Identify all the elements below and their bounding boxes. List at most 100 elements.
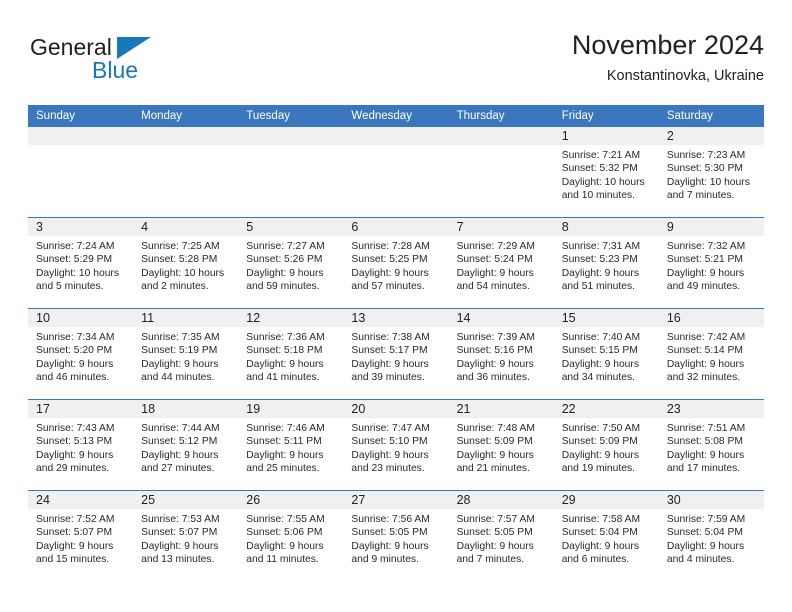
calendar-day-cell[interactable]: 21 Sunrise: 7:48 AM Sunset: 5:09 PM Dayligh…: [448, 399, 554, 491]
daylight-text: Daylight: 9 hours and 54 minutes.: [456, 267, 534, 293]
day-number: 1: [553, 127, 659, 145]
calendar-day-cell[interactable]: 3 Sunrise: 7:24 AM Sunset: 5:29 PM Daylight…: [28, 217, 134, 309]
calendar-day-cell[interactable]: 13 Sunrise: 7:38 AM Sunset: 5:17 PM Dayligh…: [343, 308, 449, 400]
day-details: Sunrise: 7:21 AM Sunset: 5:32 PM Daylight:…: [554, 145, 659, 203]
calendar-day-cell[interactable]: 12 Sunrise: 7:36 AM Sunset: 5:18 PM Dayligh…: [238, 308, 344, 400]
general-blue-logo[interactable]: General Blue: [28, 32, 228, 90]
calendar-day-cell[interactable]: 29 Sunrise: 7:58 AM Sunset: 5:04 PM Dayligh…: [553, 490, 659, 581]
calendar-day-cell[interactable]: 19 Sunrise: 7:46 AM Sunset: 5:11 PM Dayligh…: [238, 399, 344, 491]
calendar-day-cell[interactable]: 22 Sunrise: 7:50 AM Sunset: 5:09 PM Dayligh…: [553, 399, 659, 491]
calendar-day-cell[interactable]: 10 Sunrise: 7:34 AM Sunset: 5:20 PM Dayligh…: [28, 308, 134, 400]
calendar-day-cell[interactable]: [343, 127, 449, 218]
day-details: Sunrise: 7:38 AM Sunset: 5:17 PM Daylight:…: [343, 327, 448, 385]
day-details: Sunrise: 7:48 AM Sunset: 5:09 PM Daylight:…: [449, 418, 554, 476]
calendar-day-cell[interactable]: 6 Sunrise: 7:28 AM Sunset: 5:25 PM Daylight…: [343, 217, 449, 309]
daylight-text: Daylight: 9 hours and 41 minutes.: [246, 358, 324, 384]
day-number: 9: [658, 218, 764, 236]
day-details: Sunrise: 7:43 AM Sunset: 5:13 PM Daylight:…: [28, 418, 133, 476]
title-block: November 2024 Konstantinovka, Ukraine: [572, 28, 764, 87]
day-cell: 17 Sunrise: 7:43 AM Sunset: 5:13 PM Dayligh…: [28, 400, 134, 490]
day-details: Sunrise: 7:27 AM Sunset: 5:26 PM Daylight:…: [238, 236, 343, 294]
sunset-text: Sunset: 5:16 PM: [456, 345, 533, 357]
calendar-day-cell[interactable]: 28 Sunrise: 7:57 AM Sunset: 5:05 PM Dayligh…: [448, 490, 554, 581]
daylight-text: Daylight: 9 hours and 44 minutes.: [141, 358, 219, 384]
sunrise-text: Sunrise: 7:46 AM: [246, 423, 325, 434]
calendar-day-cell[interactable]: 2 Sunrise: 7:23 AM Sunset: 5:30 PM Daylight…: [658, 127, 764, 218]
day-number: [343, 127, 449, 145]
calendar-day-cell[interactable]: 18 Sunrise: 7:44 AM Sunset: 5:12 PM Dayligh…: [133, 399, 239, 491]
sunset-text: Sunset: 5:05 PM: [456, 527, 533, 539]
day-number: 13: [343, 309, 449, 327]
day-details: Sunrise: 7:40 AM Sunset: 5:15 PM Daylight:…: [554, 327, 659, 385]
calendar-day-cell[interactable]: 17 Sunrise: 7:43 AM Sunset: 5:13 PM Dayligh…: [28, 399, 134, 491]
logo-text-blue: Blue: [92, 57, 139, 83]
calendar-day-cell[interactable]: [133, 127, 239, 218]
day-number: 6: [343, 218, 449, 236]
weekday-header-tuesday: Tuesday: [238, 105, 344, 127]
sunrise-text: Sunrise: 7:34 AM: [36, 332, 115, 343]
daylight-text: Daylight: 9 hours and 7 minutes.: [456, 540, 534, 566]
calendar-body: 1 Sunrise: 7:21 AM Sunset: 5:32 PM Daylight…: [28, 127, 764, 581]
sunset-text: Sunset: 5:15 PM: [561, 345, 638, 357]
calendar-day-cell[interactable]: 4 Sunrise: 7:25 AM Sunset: 5:28 PM Daylight…: [133, 217, 239, 309]
sunset-text: Sunset: 5:12 PM: [141, 436, 218, 448]
day-number: 11: [133, 309, 239, 327]
day-details: Sunrise: 7:25 AM Sunset: 5:28 PM Daylight:…: [133, 236, 238, 294]
calendar-day-cell[interactable]: 11 Sunrise: 7:35 AM Sunset: 5:19 PM Dayligh…: [133, 308, 239, 400]
calendar-day-cell[interactable]: 16 Sunrise: 7:42 AM Sunset: 5:14 PM Dayligh…: [658, 308, 764, 400]
day-cell: 12 Sunrise: 7:36 AM Sunset: 5:18 PM Dayligh…: [238, 309, 344, 399]
day-cell-empty: [28, 127, 134, 217]
day-details: Sunrise: 7:55 AM Sunset: 5:06 PM Daylight:…: [238, 509, 343, 567]
day-cell: 24 Sunrise: 7:52 AM Sunset: 5:07 PM Dayligh…: [28, 491, 134, 581]
sunset-text: Sunset: 5:11 PM: [246, 436, 322, 448]
calendar-day-cell[interactable]: 25 Sunrise: 7:53 AM Sunset: 5:07 PM Dayligh…: [133, 490, 239, 581]
calendar-day-cell[interactable]: 24 Sunrise: 7:52 AM Sunset: 5:07 PM Dayligh…: [28, 490, 134, 581]
calendar-week-row: 3 Sunrise: 7:24 AM Sunset: 5:29 PM Daylight…: [28, 217, 764, 309]
calendar-day-cell[interactable]: [448, 127, 554, 218]
sunrise-text: Sunrise: 7:31 AM: [561, 241, 641, 252]
weekday-header-thursday: Thursday: [448, 105, 554, 127]
day-details: Sunrise: 7:39 AM Sunset: 5:16 PM Daylight:…: [449, 327, 554, 385]
calendar-day-cell[interactable]: [28, 127, 134, 218]
daylight-text: Daylight: 9 hours and 6 minutes.: [561, 540, 639, 566]
day-cell: 30 Sunrise: 7:59 AM Sunset: 5:04 PM Dayligh…: [658, 491, 764, 581]
daylight-text: Daylight: 9 hours and 51 minutes.: [561, 267, 639, 293]
calendar-day-cell[interactable]: 23 Sunrise: 7:51 AM Sunset: 5:08 PM Dayligh…: [658, 399, 764, 491]
day-details: Sunrise: 7:31 AM Sunset: 5:23 PM Daylight:…: [554, 236, 659, 294]
calendar-day-cell[interactable]: 8 Sunrise: 7:31 AM Sunset: 5:23 PM Daylight…: [553, 217, 659, 309]
daylight-text: Daylight: 9 hours and 46 minutes.: [36, 358, 114, 384]
daylight-text: Daylight: 9 hours and 57 minutes.: [351, 267, 429, 293]
sunrise-text: Sunrise: 7:56 AM: [351, 514, 430, 525]
day-cell: 13 Sunrise: 7:38 AM Sunset: 5:17 PM Dayligh…: [343, 309, 449, 399]
daylight-text: Daylight: 9 hours and 9 minutes.: [351, 540, 429, 566]
day-details: Sunrise: 7:36 AM Sunset: 5:18 PM Daylight:…: [238, 327, 343, 385]
calendar-day-cell[interactable]: [238, 127, 344, 218]
calendar-day-cell[interactable]: 15 Sunrise: 7:40 AM Sunset: 5:15 PM Dayligh…: [553, 308, 659, 400]
sunset-text: Sunset: 5:07 PM: [36, 527, 113, 539]
calendar-day-cell[interactable]: 5 Sunrise: 7:27 AM Sunset: 5:26 PM Daylight…: [238, 217, 344, 309]
sunrise-text: Sunrise: 7:47 AM: [351, 423, 430, 434]
calendar-day-cell[interactable]: 27 Sunrise: 7:56 AM Sunset: 5:05 PM Dayligh…: [343, 490, 449, 581]
sunset-text: Sunset: 5:04 PM: [561, 527, 638, 539]
day-number: 3: [28, 218, 134, 236]
sunrise-text: Sunrise: 7:23 AM: [666, 150, 746, 161]
sunset-text: Sunset: 5:06 PM: [246, 527, 323, 539]
calendar-day-cell[interactable]: 30 Sunrise: 7:59 AM Sunset: 5:04 PM Dayligh…: [658, 490, 764, 581]
day-details: Sunrise: 7:23 AM Sunset: 5:30 PM Daylight:…: [659, 145, 764, 203]
day-cell: 1 Sunrise: 7:21 AM Sunset: 5:32 PM Daylight…: [553, 127, 659, 217]
daylight-text: Daylight: 9 hours and 15 minutes.: [36, 540, 114, 566]
day-cell: 10 Sunrise: 7:34 AM Sunset: 5:20 PM Dayligh…: [28, 309, 134, 399]
calendar-day-cell[interactable]: 1 Sunrise: 7:21 AM Sunset: 5:32 PM Daylight…: [553, 127, 659, 218]
day-cell: 22 Sunrise: 7:50 AM Sunset: 5:09 PM Dayligh…: [553, 400, 659, 490]
day-cell: 28 Sunrise: 7:57 AM Sunset: 5:05 PM Dayligh…: [448, 491, 554, 581]
sunrise-text: Sunrise: 7:40 AM: [561, 332, 641, 343]
daylight-text: Daylight: 9 hours and 21 minutes.: [456, 449, 534, 475]
calendar-day-cell[interactable]: 7 Sunrise: 7:29 AM Sunset: 5:24 PM Daylight…: [448, 217, 554, 309]
calendar-day-cell[interactable]: 26 Sunrise: 7:55 AM Sunset: 5:06 PM Dayligh…: [238, 490, 344, 581]
sunset-text: Sunset: 5:10 PM: [351, 436, 428, 448]
sunrise-text: Sunrise: 7:55 AM: [246, 514, 325, 525]
weekday-header-saturday: Saturday: [658, 105, 764, 127]
calendar-day-cell[interactable]: 20 Sunrise: 7:47 AM Sunset: 5:10 PM Dayligh…: [343, 399, 449, 491]
calendar-day-cell[interactable]: 9 Sunrise: 7:32 AM Sunset: 5:21 PM Daylight…: [658, 217, 764, 309]
calendar-day-cell[interactable]: 14 Sunrise: 7:39 AM Sunset: 5:16 PM Dayligh…: [448, 308, 554, 400]
